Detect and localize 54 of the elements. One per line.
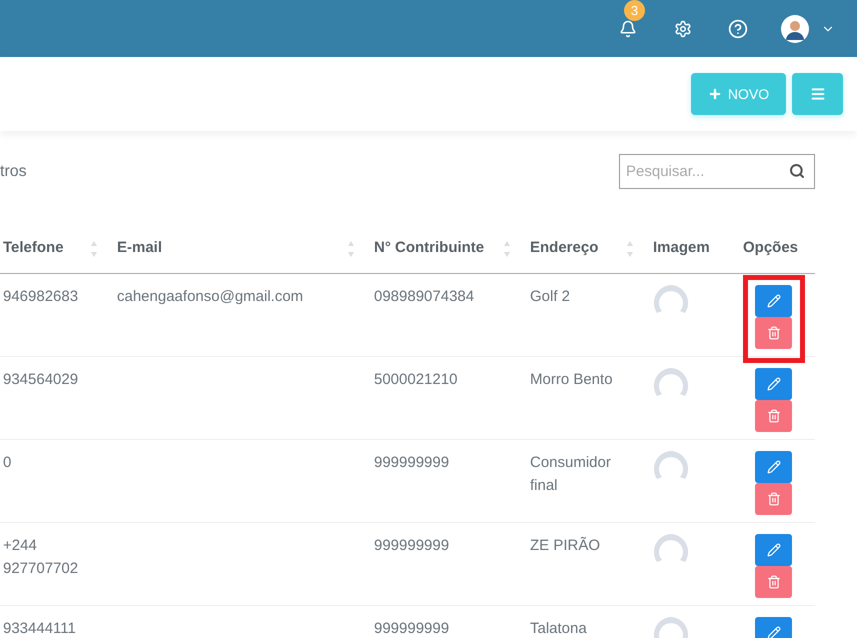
notification-badge: 3	[624, 0, 645, 20]
pencil-icon	[766, 377, 780, 391]
column-title: Telefone	[3, 238, 64, 258]
pencil-icon	[766, 626, 780, 638]
table-cell-text: ZE PIRÃO	[530, 536, 602, 556]
delete-button[interactable]	[755, 566, 792, 598]
table-cell-text: 934564029	[3, 370, 80, 390]
table-cell-text: Talatona	[530, 619, 588, 638]
search-icon[interactable]	[789, 163, 805, 179]
column-header[interactable]: Telefone	[0, 214, 114, 274]
table-cell-text: Consumidor final	[530, 453, 612, 496]
edit-button[interactable]	[755, 534, 792, 566]
trash-icon	[766, 409, 780, 423]
column-title: Endereço	[530, 238, 598, 258]
delete-button[interactable]	[755, 400, 792, 432]
table-cell-text: 999999999	[374, 536, 450, 556]
column-title: Imagem	[653, 238, 710, 258]
plus-icon	[708, 87, 722, 101]
edit-button[interactable]	[755, 451, 792, 483]
menu-icon	[810, 86, 826, 102]
delete-button[interactable]	[755, 483, 792, 515]
column-header[interactable]: Endereço	[527, 214, 650, 274]
table-cell-text: cahengaafonso@gmail.com	[117, 287, 304, 307]
trash-icon	[766, 575, 780, 589]
trash-icon	[766, 326, 780, 340]
table-cell-text: 999999999	[374, 453, 450, 473]
delete-button[interactable]	[755, 317, 792, 349]
table-cell-text: 098989074384	[374, 287, 476, 307]
pencil-icon	[766, 543, 780, 557]
search-field[interactable]: Pesquisar...	[619, 154, 815, 189]
column-header[interactable]: E-mail	[114, 214, 371, 274]
records-label: tros	[0, 162, 27, 180]
notification-bell-icon[interactable]	[618, 20, 636, 38]
pencil-icon	[766, 460, 780, 474]
trash-icon	[766, 492, 780, 506]
settings-icon[interactable]	[674, 20, 692, 38]
help-icon[interactable]	[728, 18, 748, 38]
edit-button[interactable]	[755, 285, 792, 317]
column-header[interactable]: N° Contribuinte	[371, 214, 527, 274]
table-cell-text: 946982683	[3, 287, 80, 307]
column-title: N° Contribuinte	[374, 238, 484, 258]
table-cell-text: Golf 2	[530, 287, 572, 307]
table-cell-text: 999999999	[374, 619, 450, 638]
table-cell-text: 0	[3, 453, 12, 473]
table-cell-text: +244 927707702	[3, 536, 80, 579]
column-title: E-mail	[117, 238, 162, 258]
table-cell-text: 5000021210	[374, 370, 458, 390]
table-cell-text: Morro Bento	[530, 370, 614, 390]
user-avatar-icon[interactable]	[781, 14, 809, 42]
table-cell-text: 933444111	[3, 619, 77, 638]
edit-button[interactable]	[755, 368, 792, 400]
column-title: Opções	[743, 238, 798, 258]
menu-button[interactable]	[792, 73, 843, 115]
pencil-icon	[766, 294, 780, 308]
